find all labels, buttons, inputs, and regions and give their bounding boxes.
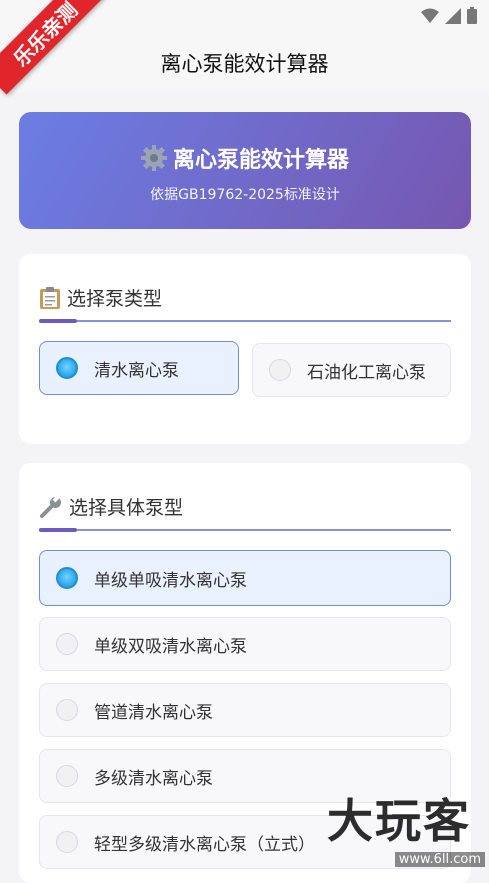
radio-unselected[interactable]: [56, 699, 78, 721]
option-label: 管道清水离心泵: [94, 702, 213, 723]
signal-icon: [445, 7, 461, 24]
section-divider: [39, 528, 451, 532]
watermark-brand: 大玩客: [327, 794, 471, 848]
clipboard-icon: [40, 286, 60, 309]
pump-model-option[interactable]: 单级单吸清水离心泵: [39, 550, 451, 606]
pump-type-option-petrochemical[interactable]: 石油化工离心泵: [252, 343, 451, 397]
battery-icon: [467, 7, 477, 24]
radio-unselected[interactable]: [56, 765, 78, 787]
option-label: 多级清水离心泵: [94, 768, 213, 789]
option-label: 单级双吸清水离心泵: [94, 636, 247, 657]
hero-banner: 离心泵能效计算器 依据GB19762-2025标准设计: [19, 112, 471, 229]
section-divider: [39, 319, 451, 323]
option-label: 清水离心泵: [94, 360, 179, 381]
hero-subtitle: 依据GB19762-2025标准设计: [150, 187, 340, 203]
wrench-icon: [40, 494, 61, 518]
app-bar: 离心泵能效计算器: [0, 32, 489, 92]
radio-selected[interactable]: [56, 357, 78, 379]
option-label: 单级单吸清水离心泵: [94, 570, 247, 591]
hero-title-row: 离心泵能效计算器: [19, 142, 471, 174]
watermark-site: www.6ll.com: [394, 852, 485, 867]
option-label: 石油化工离心泵: [307, 362, 426, 383]
radio-unselected[interactable]: [56, 633, 78, 655]
pump-type-option-clean-water[interactable]: 清水离心泵: [39, 341, 239, 395]
pump-type-title: 选择泵类型: [67, 288, 163, 310]
pump-model-heading: 选择具体泵型: [39, 493, 183, 520]
pump-model-option[interactable]: 管道清水离心泵: [39, 683, 451, 737]
pump-model-title: 选择具体泵型: [69, 497, 184, 519]
hero-title: 离心泵能效计算器: [172, 148, 349, 173]
gear-icon: [140, 145, 167, 171]
wifi-icon: [421, 8, 439, 23]
radio-unselected[interactable]: [56, 831, 78, 853]
radio-unselected[interactable]: [269, 359, 291, 381]
pump-model-option[interactable]: 单级双吸清水离心泵: [39, 617, 451, 671]
radio-selected[interactable]: [56, 567, 78, 589]
pump-type-heading: 选择泵类型: [39, 284, 162, 311]
option-label: 轻型多级清水离心泵（立式）: [94, 834, 315, 855]
pump-type-card: 选择泵类型 清水离心泵 石油化工离心泵: [19, 254, 471, 444]
app-title: 离心泵能效计算器: [160, 52, 329, 76]
